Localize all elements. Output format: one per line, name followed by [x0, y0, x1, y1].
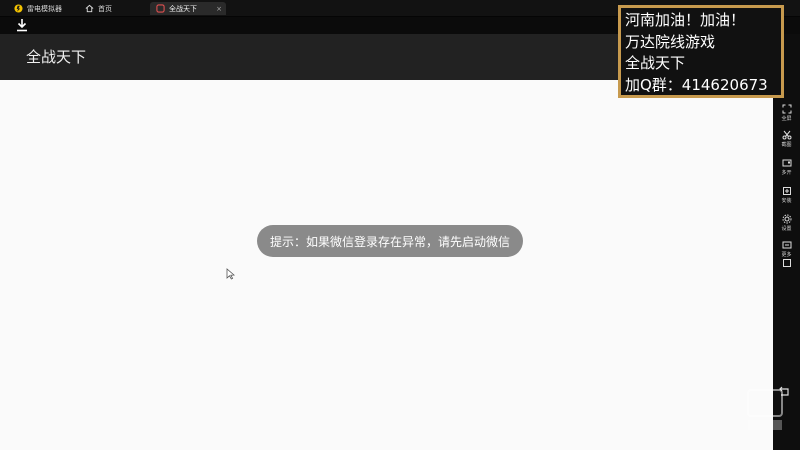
- sidebar-item-fullscreen[interactable]: 全屏: [774, 104, 799, 126]
- sidebar-item-settings[interactable]: 设置: [774, 214, 799, 236]
- sidebar-item-label: 全屏: [781, 116, 792, 122]
- sidebar-item-label: 多开: [781, 170, 792, 176]
- sidebar-item-label: 设置: [781, 226, 792, 232]
- app-content[interactable]: [0, 80, 773, 450]
- page-title: 全战天下: [26, 48, 87, 66]
- sidebar-item-multi[interactable]: 多开: [774, 158, 799, 180]
- app-icon: [156, 4, 165, 13]
- watermark-logo-icon: [747, 389, 783, 430]
- tab-game[interactable]: 全战天下 ×: [150, 2, 226, 15]
- sidebar-item-screenshot[interactable]: 截图: [774, 130, 799, 152]
- overlay-notice: 河南加油！加油！ 万达院线游戏 全战天下 加Q群：414620673: [618, 5, 784, 98]
- fullscreen-icon: [782, 104, 791, 114]
- download-icon[interactable]: [16, 18, 28, 32]
- emulator-logo-icon: [14, 4, 23, 13]
- home-icon: [85, 4, 94, 13]
- install-icon: [782, 187, 791, 195]
- screenshot-icon: [782, 130, 791, 140]
- toast-message: 提示：如果微信登录存在异常，请先启动微信: [257, 225, 523, 257]
- tab-label: 首页: [98, 4, 112, 13]
- overlay-line: 加Q群：414620673: [625, 75, 768, 94]
- multi-instance-icon: [782, 159, 791, 167]
- tab-emulator[interactable]: 雷电模拟器: [14, 2, 62, 15]
- sidebar-item-label: 截图: [781, 142, 792, 148]
- sidebar-item-install[interactable]: 安装: [774, 186, 799, 208]
- tab-home[interactable]: 首页: [85, 2, 112, 15]
- sidebar-item-label: 安装: [781, 198, 792, 204]
- extra-icon: [782, 259, 791, 267]
- overlay-line: 河南加油！加油！: [625, 11, 746, 29]
- sidebar-item-extra[interactable]: [774, 248, 799, 269]
- overlay-line: 万达院线游戏: [625, 32, 716, 51]
- close-tab-button[interactable]: ×: [216, 5, 222, 13]
- overlay-line: 全战天下: [625, 54, 686, 72]
- tab-label: 全战天下: [169, 4, 197, 13]
- settings-icon: [782, 214, 791, 224]
- tab-label: 雷电模拟器: [27, 4, 62, 13]
- mouse-cursor-icon: [226, 268, 235, 280]
